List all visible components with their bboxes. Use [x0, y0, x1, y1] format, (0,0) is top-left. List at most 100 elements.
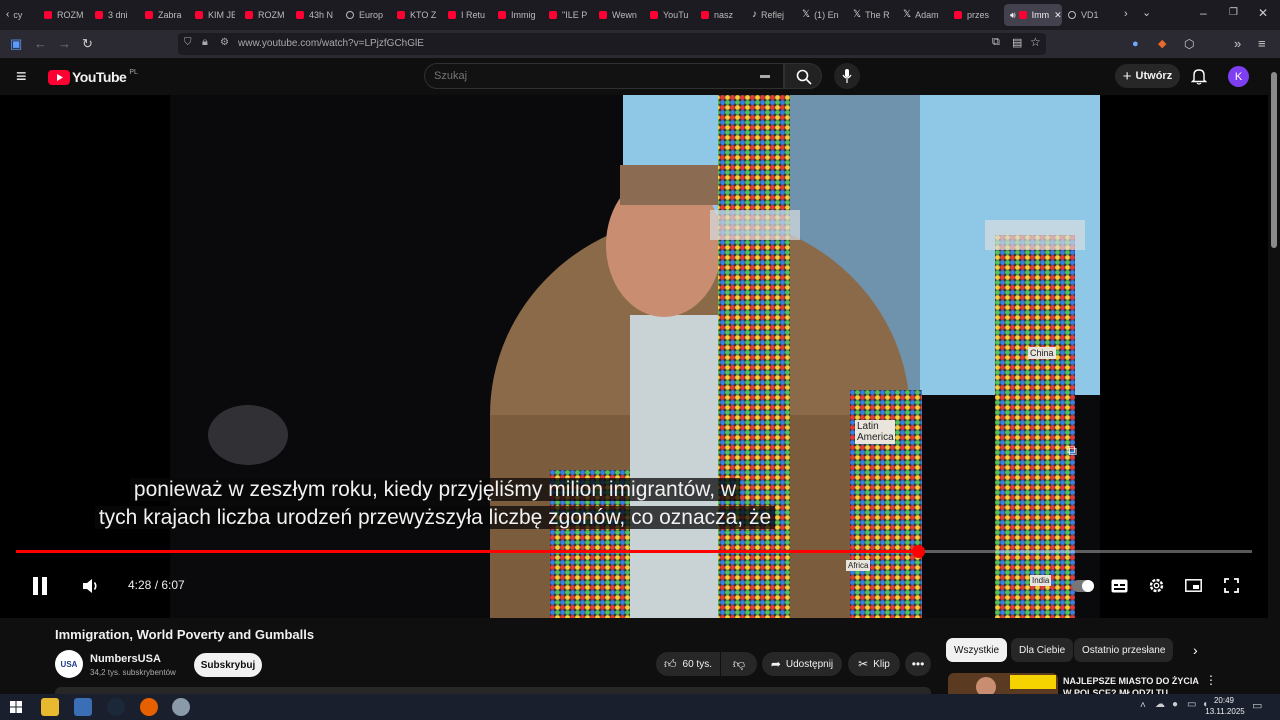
steam-icon[interactable] [107, 698, 125, 716]
audio-playing-icon[interactable]: 🔊︎ [1010, 10, 1016, 21]
forward-icon[interactable]: → [58, 36, 71, 52]
permissions-icon[interactable]: ⚙ [220, 37, 229, 48]
url-bar[interactable]: ⛉ 🔒︎ ⚙ www.youtube.com/watch?v=LPjzfGChG… [178, 33, 1046, 55]
video-menu-icon[interactable]: ⋮ [1205, 673, 1217, 687]
guide-menu-icon[interactable]: ≡ [16, 66, 27, 87]
tab-scroll-right-icon[interactable]: › [1124, 8, 1128, 20]
browser-tab[interactable]: KIM JE [195, 4, 235, 26]
share-button[interactable]: ➦ Udostępnij [762, 652, 842, 676]
avatar[interactable]: K [1228, 66, 1249, 87]
browser-tab[interactable]: KTO Z [397, 4, 437, 26]
menu-icon[interactable]: ≡ [1258, 36, 1266, 52]
miniplayer-icon[interactable] [1185, 579, 1202, 592]
microphone-tray-icon[interactable]: ● [1172, 699, 1178, 710]
browser-tab[interactable]: 𝕏 The R [853, 4, 893, 26]
search-button[interactable] [784, 63, 822, 89]
keyboard-icon[interactable]: ▬ [760, 70, 770, 81]
firefox-icon[interactable] [140, 698, 158, 716]
shield-extension-icon[interactable]: ● [1132, 36, 1139, 52]
cloud-icon[interactable]: ☁ [1155, 699, 1165, 710]
youtube-wordmark: YouTube [72, 69, 127, 85]
dislike-button[interactable]: 👎︎ [721, 652, 757, 676]
browser-tab[interactable]: ‹ cy [6, 4, 36, 26]
browser-tab[interactable]: ROZM [44, 4, 84, 26]
page-scrollbar[interactable] [1268, 58, 1280, 694]
back-icon[interactable]: ← [34, 36, 47, 52]
browser-tab[interactable]: 𝕏 Adam [903, 4, 943, 26]
channel-name[interactable]: NumbersUSA [90, 653, 161, 665]
voice-search-button[interactable] [834, 63, 860, 89]
browser-tab[interactable]: ♪ Reflej [752, 4, 792, 26]
puzzle-icon[interactable]: ⬡ [1184, 36, 1194, 52]
create-button[interactable]: + Utwórz [1115, 64, 1180, 88]
url-text[interactable]: www.youtube.com/watch?v=LPjzfGChGlE [238, 38, 424, 49]
close-window-icon[interactable]: ✕ [1258, 6, 1268, 20]
reload-icon[interactable]: ↻ [82, 36, 93, 52]
clock-date[interactable]: 13.11.2025 [1203, 707, 1247, 716]
browser-tab[interactable]: przes [954, 4, 994, 26]
video-thumbnail[interactable] [948, 673, 1058, 694]
extension-icon[interactable]: ◆ [1158, 36, 1166, 52]
restore-icon[interactable]: ❐ [1229, 7, 1238, 18]
browser-tab[interactable]: VD1 [1068, 4, 1114, 26]
web-icon [1068, 11, 1076, 19]
minimize-icon[interactable]: – [1200, 6, 1207, 20]
recommended-video-title[interactable]: NAJLEPSZE MIASTO DO ŻYCIA W POLSCE? MŁOD… [1063, 675, 1203, 694]
browser-tab[interactable]: 🔊︎ Imm ✕ [1004, 4, 1062, 26]
clip-button[interactable]: ✂ Klip [848, 652, 900, 676]
search-input[interactable] [424, 63, 784, 89]
autoplay-toggle[interactable] [1072, 580, 1094, 592]
notifications-bell-icon[interactable] [1191, 68, 1207, 85]
volume-icon[interactable] [82, 578, 100, 594]
browser-tab[interactable]: nasz [701, 4, 741, 26]
browser-tab[interactable]: "ILE P [549, 4, 589, 26]
browser-tab[interactable]: Immig [498, 4, 538, 26]
pause-icon[interactable] [32, 577, 48, 595]
scrollbar-thumb[interactable] [1271, 72, 1277, 248]
overflow-icon[interactable]: » [1234, 36, 1241, 52]
browser-tab[interactable]: 43h N [296, 4, 336, 26]
channel-avatar[interactable]: USA [55, 650, 83, 678]
file-explorer-icon[interactable] [41, 698, 59, 716]
bookmark-star-icon[interactable]: ☆ [1030, 35, 1041, 49]
browser-tab[interactable]: Zabra [145, 4, 185, 26]
remote-desktop-icon[interactable] [74, 698, 92, 716]
clock-time[interactable]: 20:49 [1211, 696, 1237, 705]
browser-tab[interactable]: I Retu [448, 4, 488, 26]
youtube-logo[interactable]: YouTube PL [48, 69, 138, 85]
more-actions-button[interactable]: ••• [905, 652, 931, 676]
like-button[interactable]: 👍︎ 60 tys. [656, 652, 720, 676]
subtitles-icon[interactable] [1111, 579, 1128, 593]
windows-start-icon[interactable] [10, 701, 22, 713]
network-icon[interactable]: ▭ [1187, 699, 1196, 710]
notifications-icon[interactable]: ▭ [1252, 699, 1262, 712]
browser-tab-label: 43h N [309, 10, 334, 20]
browser-tab[interactable]: Wewn [599, 4, 639, 26]
chip-recently-uploaded[interactable]: Ostatnio przesłane [1074, 638, 1174, 662]
browser-tab[interactable]: Europ [346, 4, 386, 26]
back-icon: ‹ [6, 9, 10, 20]
app-icon[interactable] [172, 698, 190, 716]
browser-tab[interactable]: 3 dni [95, 4, 135, 26]
sidebar-toggle-icon[interactable]: ▣ [10, 36, 22, 52]
tab-close-icon[interactable]: ✕ [1054, 10, 1062, 21]
tab-list-icon[interactable]: ⌄ [1142, 6, 1151, 19]
description-box[interactable] [55, 687, 931, 694]
fullscreen-icon[interactable] [1224, 578, 1239, 593]
chip-all[interactable]: Wszystkie [946, 638, 1007, 662]
progress-bar[interactable] [16, 545, 1252, 558]
browser-tab[interactable]: YouTu [650, 4, 690, 26]
browser-tab[interactable]: ROZM [245, 4, 285, 26]
picture-in-picture-icon[interactable]: ⧉ [992, 36, 1000, 49]
chip-for-you[interactable]: Dla Ciebie [1011, 638, 1074, 662]
tracking-shield-icon[interactable]: ⛉ [184, 37, 192, 48]
subscribe-button[interactable]: Subskrybuj [194, 653, 262, 677]
reader-view-icon[interactable]: ▤ [1012, 36, 1022, 49]
video-player[interactable]: Latin America China Africa India ⧉ [0, 95, 1268, 618]
miniplayer-hint-icon[interactable]: ⧉ [1067, 442, 1077, 459]
settings-gear-icon[interactable] [1148, 577, 1165, 594]
tray-chevron-icon[interactable]: ˄ [1140, 700, 1146, 711]
chips-next-icon[interactable]: › [1193, 642, 1198, 658]
lock-icon[interactable]: 🔒︎ [202, 36, 208, 49]
browser-tab[interactable]: 𝕏 (1) En [802, 4, 842, 26]
